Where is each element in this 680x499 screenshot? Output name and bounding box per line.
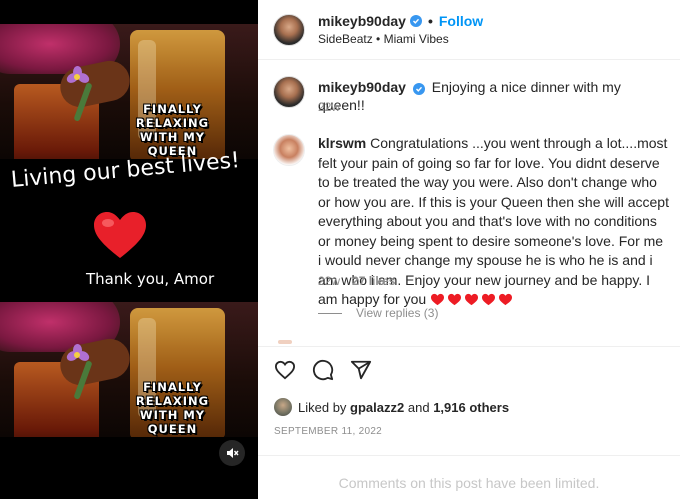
actions-divider — [258, 346, 680, 347]
comment-button[interactable] — [311, 358, 335, 382]
view-replies-label: View replies (3) — [356, 306, 439, 320]
red-heart-icon — [482, 293, 496, 306]
comment-timestamp[interactable]: 22w — [318, 274, 340, 288]
red-heart-icon — [499, 293, 513, 306]
likes-summary: Liked by gpalazz2 and 1,916 others — [274, 398, 509, 416]
comments-limited-notice: Comments on this post have been limited. — [338, 475, 600, 491]
big-heart-icon — [94, 212, 146, 258]
liker-username[interactable]: gpalazz2 — [350, 400, 404, 415]
likes-conjunction: and — [407, 399, 430, 415]
media-thanks-text: Thank you, Amor — [86, 270, 215, 288]
next-comment-avatar-edge — [278, 340, 292, 344]
verified-badge-icon — [409, 15, 422, 27]
header-separator: • — [427, 13, 433, 29]
comment-hearts — [430, 293, 513, 306]
mute-button[interactable] — [219, 440, 245, 466]
commenter-avatar[interactable] — [273, 134, 305, 166]
media-panel-top: FINALLY RELAXING WITH MY QUEEN — [0, 24, 258, 159]
red-heart-icon — [431, 293, 445, 306]
speaker-muted-icon — [227, 448, 239, 458]
action-bar — [273, 358, 373, 382]
media-panel-bottom: FINALLY RELAXING WITH MY QUEEN — [0, 302, 258, 437]
caption-author-avatar[interactable] — [273, 76, 305, 108]
paper-plane-icon — [350, 360, 372, 380]
commenter-username[interactable]: klrswm — [318, 135, 366, 151]
red-heart-icon — [465, 293, 479, 306]
post-header: mikeyb90day • Follow SideBeatz • Miami V… — [258, 0, 680, 60]
author-avatar[interactable] — [273, 14, 305, 46]
replies-divider-line — [318, 312, 342, 314]
caption-timestamp[interactable]: 22w — [318, 100, 340, 114]
instagram-post-view: FINALLY RELAXING WITH MY QUEEN Living ou… — [0, 0, 680, 499]
heart-outline-icon — [274, 360, 296, 380]
comment-bubble-icon — [312, 359, 334, 381]
post-details: mikeyb90day • Follow SideBeatz • Miami V… — [258, 0, 680, 499]
red-heart-icon — [448, 293, 462, 306]
liker-avatar[interactable] — [274, 398, 292, 416]
caption-text-row: mikeyb90day Enjoying a nice dinner with … — [318, 78, 668, 114]
media-caption-bottom: FINALLY RELAXING WITH MY QUEEN — [135, 380, 210, 436]
flower-garnish-icon — [65, 344, 91, 364]
view-replies-button[interactable]: View replies (3) — [318, 306, 438, 320]
like-button[interactable] — [273, 358, 297, 382]
verified-badge-icon — [412, 83, 425, 95]
likes-others-count[interactable]: 1,916 others — [433, 400, 509, 415]
post-date[interactable]: SEPTEMBER 11, 2022 — [274, 426, 382, 437]
caption-username[interactable]: mikeyb90day — [318, 79, 406, 95]
share-button[interactable] — [349, 358, 373, 382]
post-media[interactable]: FINALLY RELAXING WITH MY QUEEN Living ou… — [0, 0, 258, 499]
likes-prefix: Liked by — [298, 399, 347, 415]
comment-meta: 22w 27 likes — [318, 274, 395, 288]
header-username[interactable]: mikeyb90day — [318, 13, 406, 29]
flower-garnish-icon — [65, 66, 91, 86]
comment-likes[interactable]: 27 likes — [352, 274, 395, 288]
follow-button[interactable]: Follow — [439, 13, 483, 29]
header-user-row: mikeyb90day • Follow — [318, 13, 483, 29]
header-audio-subtitle[interactable]: SideBeatz • Miami Vibes — [318, 32, 449, 46]
